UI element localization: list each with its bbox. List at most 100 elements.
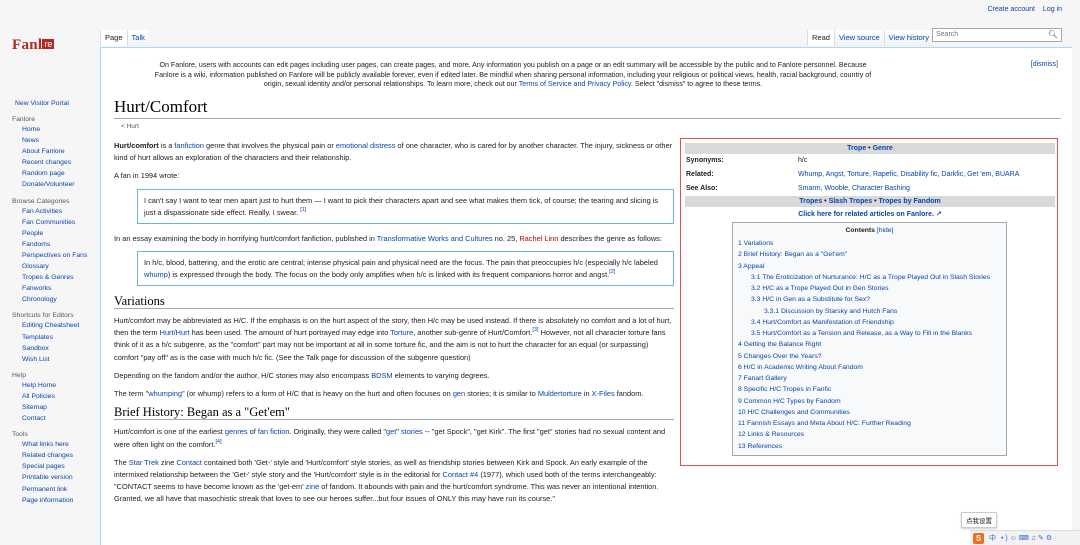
fan-fiction-link[interactable]: fan fiction: [258, 427, 290, 436]
contact-4-link[interactable]: Contact #4: [443, 470, 479, 479]
sidebar-item-what-links-here[interactable]: What links here: [22, 439, 100, 450]
toc-item[interactable]: 4 Getting the Balance Right: [738, 339, 1001, 350]
search-icon[interactable]: 🔍︎: [1048, 30, 1058, 39]
search-input[interactable]: Search 🔍︎: [932, 28, 1062, 42]
create-account-link[interactable]: Create account: [987, 6, 1034, 13]
toc-item[interactable]: 7 Fanart Gallery: [738, 373, 1001, 384]
toc-item[interactable]: 3.3.1 Discussion by Starsky and Hutch Fa…: [738, 306, 1001, 317]
sidebar-item-random-page[interactable]: Random page: [22, 168, 100, 179]
breadcrumb[interactable]: < Hurt: [121, 123, 139, 130]
ime-tool-icons[interactable]: • ) ☺ ⌨ ♫ ✎ ⚙: [1001, 534, 1052, 542]
trope-link[interactable]: Trope: [847, 145, 866, 152]
sogou-logo-icon[interactable]: S: [973, 532, 984, 544]
get-link[interactable]: get: [386, 427, 396, 436]
related-articles-link[interactable]: Click here for related articles on Fanlo…: [798, 211, 934, 218]
whumping-link[interactable]: whumping: [148, 389, 182, 398]
whump-link[interactable]: whump: [144, 270, 168, 279]
tab-talk[interactable]: Talk: [126, 30, 149, 46]
sidebar-item-permanent-link[interactable]: Permanent link: [22, 484, 100, 495]
toc-item[interactable]: 3.1 The Eroticization of Nurturance: H/C…: [738, 272, 1001, 283]
toc-item[interactable]: 8 Specific H/C Tropes in Fanfic: [738, 384, 1001, 395]
sidebar-item-home[interactable]: Home: [22, 124, 100, 135]
tab-view-history[interactable]: View history: [883, 30, 933, 46]
tab-read[interactable]: Read: [807, 30, 834, 46]
tropes-link[interactable]: Tropes: [799, 198, 822, 205]
table-of-contents: Contents [hide] 1 Variations 2 Brief His…: [732, 222, 1007, 456]
toc-item[interactable]: 9 Common H/C Types by Fandom: [738, 396, 1001, 407]
gen-link[interactable]: gen: [453, 389, 465, 398]
sidebar-item-about[interactable]: About Fanlore: [22, 146, 100, 157]
sidebar-item-perspectives[interactable]: Perspectives on Fans: [22, 250, 100, 261]
toc-item[interactable]: 3.3 H/C in Gen as a Substitute for Sex?: [738, 294, 1001, 305]
ime-toolbar[interactable]: S 中 • ) ☺ ⌨ ♫ ✎ ⚙: [970, 530, 1080, 545]
sidebar-item-editing-cheatsheet[interactable]: Editing Cheatsheet: [22, 320, 100, 331]
terms-link[interactable]: Terms of Service and Privacy Policy: [519, 80, 631, 88]
toc-label: Fannish Essays and Meta About H/C: Furth…: [746, 420, 911, 427]
stories-link[interactable]: stories: [401, 427, 423, 436]
tab-page[interactable]: Page: [100, 30, 127, 46]
tab-view-source[interactable]: View source: [833, 30, 884, 46]
bdsm-link[interactable]: BDSM: [371, 371, 392, 380]
ref-link[interactable]: [2]: [609, 269, 615, 275]
sidebar-item-special-pages[interactable]: Special pages: [22, 461, 100, 472]
toc-item[interactable]: 2 Brief History: Began as a "Get'em": [738, 249, 1001, 260]
sidebar-item-all-policies[interactable]: All Policies: [22, 391, 100, 402]
sidebar-item-help-home[interactable]: Help Home: [22, 380, 100, 391]
zine-link[interactable]: zine: [306, 482, 320, 491]
genre-link[interactable]: Genre: [873, 145, 893, 152]
toc-item[interactable]: 3.5 Hurt/Comfort as a Tension and Releas…: [738, 328, 1001, 339]
sidebar-item-sitemap[interactable]: Sitemap: [22, 402, 100, 413]
toc-hide-button[interactable]: [hide]: [877, 227, 894, 234]
infobox-value-links[interactable]: Whump, Angst, Torture, Rapefic, Disabili…: [797, 168, 1055, 182]
genres-link[interactable]: genres: [225, 427, 248, 436]
sidebar-item-fandoms[interactable]: Fandoms: [22, 239, 100, 250]
sidebar-item-news[interactable]: News: [22, 135, 100, 146]
ref-link[interactable]: [4]: [215, 439, 221, 445]
sidebar-item-recent-changes[interactable]: Recent changes: [22, 157, 100, 168]
sidebar-item-fanworks[interactable]: Fanworks: [22, 283, 100, 294]
tropes-by-fandom-link[interactable]: Tropes by Fandom: [878, 198, 940, 205]
contact-link[interactable]: Contact: [176, 458, 201, 467]
toc-item[interactable]: 6 H/C in Academic Writing About Fandom: [738, 362, 1001, 373]
sidebar-item-contact[interactable]: Contact: [22, 413, 100, 424]
sidebar-item-printable-version[interactable]: Printable version: [22, 472, 100, 483]
sidebar-item-chronology[interactable]: Chronology: [22, 294, 100, 305]
toc-item[interactable]: 1 Variations: [738, 238, 1001, 249]
sidebar-item-people[interactable]: People: [22, 228, 100, 239]
toc-item[interactable]: 13 References: [738, 441, 1001, 452]
sidebar-item-wish-list[interactable]: Wish List: [22, 354, 100, 365]
sidebar-item-sandbox[interactable]: Sandbox: [22, 343, 100, 354]
toc-item[interactable]: 3.4 Hurt/Comfort as Manifestation of Fri…: [738, 317, 1001, 328]
sidebar-item-templates[interactable]: Templates: [22, 332, 100, 343]
slash-tropes-link[interactable]: Slash Tropes: [829, 198, 873, 205]
ime-language-toggle[interactable]: 中: [989, 533, 996, 543]
sidebar-item-tropes-genres[interactable]: Tropes & Genres: [22, 272, 100, 283]
toc-item[interactable]: 12 Links & Resources: [738, 429, 1001, 440]
toc-item[interactable]: 11 Fannish Essays and Meta About H/C: Fu…: [738, 418, 1001, 429]
fanlore-logo[interactable]: Fanl re: [12, 37, 90, 55]
sidebar-item-fan-communities[interactable]: Fan Communities: [22, 217, 100, 228]
x-files-link[interactable]: X-Files: [592, 389, 615, 398]
muldertorture-link[interactable]: Muldertorture: [538, 389, 582, 398]
sidebar-item-donate[interactable]: Donate/Volunteer: [22, 179, 100, 190]
sidebar-item-glossary[interactable]: Glossary: [22, 261, 100, 272]
hurt-hurt-link[interactable]: Hurt/Hurt: [160, 328, 190, 337]
sidebar-item-page-information[interactable]: Page information: [22, 495, 100, 506]
login-link[interactable]: Log in: [1043, 6, 1062, 13]
sidebar-item-new-visitor-portal[interactable]: New Visitor Portal: [0, 100, 100, 107]
rachel-linn-link[interactable]: Rachel Linn: [519, 234, 558, 243]
twc-link[interactable]: Transformative Works and Cultures: [377, 234, 493, 243]
dismiss-button[interactable]: [dismiss]: [1031, 61, 1058, 68]
toc-item[interactable]: 3.2 H/C as a Trope Played Out in Gen Sto…: [738, 283, 1001, 294]
toc-item[interactable]: 10 H/C Challenges and Communities: [738, 407, 1001, 418]
ref-link[interactable]: [1]: [300, 207, 306, 213]
sidebar-item-related-changes[interactable]: Related changes: [22, 450, 100, 461]
emotional-distress-link[interactable]: emotional distress: [336, 141, 396, 150]
toc-item[interactable]: 3 Appeal: [738, 261, 1001, 272]
sidebar-item-fan-activities[interactable]: Fan Activities: [22, 206, 100, 217]
toc-item[interactable]: 5 Changes Over the Years?: [738, 351, 1001, 362]
torture-link[interactable]: Torture: [390, 328, 413, 337]
infobox-value-links[interactable]: Smarm, Wooble, Character Bashing: [797, 182, 1055, 196]
star-trek-link[interactable]: Star Trek: [129, 458, 159, 467]
fanfiction-link[interactable]: fanfiction: [174, 141, 204, 150]
